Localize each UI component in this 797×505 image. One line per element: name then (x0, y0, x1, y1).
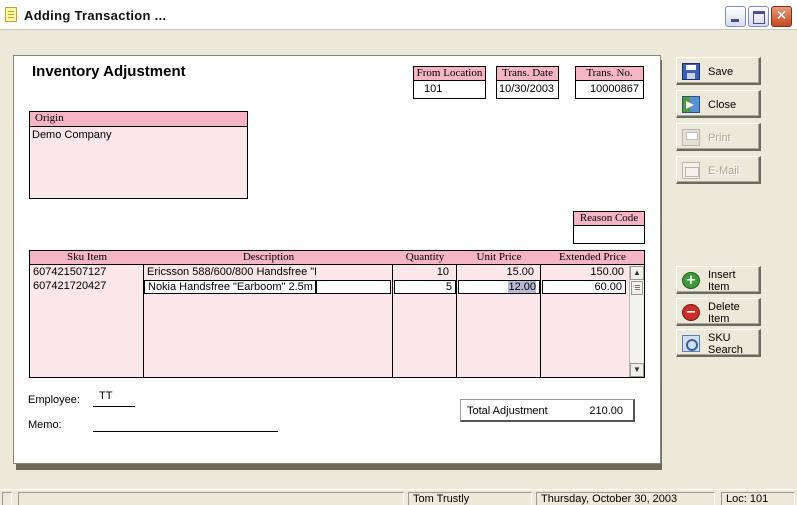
employee-label: Employee: (28, 394, 80, 406)
save-label: Save (708, 66, 734, 78)
insert-label-line1: Insert (708, 269, 736, 281)
memo-label: Memo: (28, 419, 62, 431)
row1-sku[interactable]: 607421507127 (30, 266, 144, 280)
title-bar: Adding Transaction ... ✕ (0, 0, 797, 30)
row1-quantity[interactable]: 10 (393, 266, 452, 280)
print-button[interactable]: Print (676, 123, 761, 151)
plus-glyph: + (685, 273, 697, 288)
from-location-label: From Location (413, 66, 486, 81)
status-bar: Tom Trustly Thursday, October 30, 2003 L… (0, 489, 797, 505)
print-label: Print (708, 132, 731, 144)
insert-icon: + (682, 272, 700, 289)
header-description[interactable]: Description (144, 251, 393, 265)
delete-item-button[interactable]: − Delete Item (676, 298, 761, 326)
row1-extended-price[interactable]: 150.00 (541, 266, 627, 280)
trans-no-label: Trans. No. (575, 66, 644, 81)
status-user: Tom Trustly (408, 492, 532, 505)
grid-scrollbar[interactable]: ▲ ▼ (629, 266, 644, 377)
close-label: Close (708, 99, 737, 111)
row2-unit-price[interactable]: 12.00 (458, 280, 540, 294)
save-button[interactable]: Save (676, 57, 761, 85)
sku-label-line2: Search (708, 344, 743, 356)
scroll-down-button[interactable]: ▼ (630, 363, 644, 377)
print-icon (682, 129, 700, 146)
sku-label-line1: SKU (708, 332, 731, 344)
line-items-grid: Sku Item Description Quantity Unit Price… (29, 250, 645, 378)
memo-input[interactable] (93, 416, 278, 432)
email-button[interactable]: E-Mail (676, 156, 761, 184)
close-window-icon: ✕ (775, 8, 788, 24)
insert-label-line2: Item (708, 281, 730, 293)
header-quantity[interactable]: Quantity (393, 251, 457, 265)
minus-glyph: − (685, 305, 697, 320)
minimize-button[interactable] (725, 6, 746, 27)
reason-code-input[interactable] (573, 226, 645, 244)
row2-sku[interactable]: 607421720427 (30, 280, 144, 294)
employee-input[interactable]: TT (93, 390, 135, 407)
delete-item-label: Delete Item (708, 301, 740, 325)
search-icon (682, 335, 700, 352)
sku-search-button[interactable]: SKU Search (676, 329, 761, 357)
delete-icon: − (682, 304, 700, 321)
delete-label-line1: Delete (708, 301, 740, 313)
email-label: E-Mail (708, 165, 740, 177)
save-icon (682, 63, 700, 80)
status-location: Loc: 101 (721, 492, 795, 505)
row1-unit-price[interactable]: 15.00 (457, 266, 537, 280)
chevron-up-icon: ▲ (633, 268, 641, 277)
trans-date-label: Trans. Date (496, 66, 559, 81)
status-message (18, 492, 404, 505)
row2-description[interactable]: Nokia Handsfree "Earboom" 2.5m (144, 280, 316, 294)
header-extended-price[interactable]: Extended Price (541, 251, 644, 265)
scroll-up-button[interactable]: ▲ (630, 266, 644, 280)
app-icon (5, 7, 17, 22)
from-location-value[interactable]: 101 (413, 81, 486, 99)
row2-quantity[interactable]: 5 (394, 280, 456, 294)
trans-date-field: Trans. Date 10/30/2003 (496, 66, 559, 99)
email-icon (682, 162, 700, 179)
row2-description-extra[interactable] (316, 280, 391, 294)
insert-item-label: Insert Item (708, 269, 736, 293)
insert-item-button[interactable]: + Insert Item (676, 266, 761, 294)
maximize-button[interactable] (748, 6, 769, 27)
row2-extended-price[interactable]: 60.00 (542, 280, 626, 294)
close-button[interactable]: Close (676, 90, 761, 118)
sku-search-label: SKU Search (708, 332, 743, 356)
row1-description[interactable]: Ericsson 588/600/800 Handsfree "E (144, 266, 316, 280)
origin-value[interactable]: Demo Company (30, 127, 247, 143)
close-icon (682, 96, 700, 113)
total-adjustment-value: 210.00 (589, 405, 623, 417)
trans-date-value[interactable]: 10/30/2003 (496, 81, 559, 99)
total-adjustment-label: Total Adjustment (467, 405, 548, 417)
form-panel: Inventory Adjustment From Location 101 T… (13, 55, 661, 464)
window-title: Adding Transaction ... (24, 8, 167, 23)
trans-no-value[interactable]: 10000867 (575, 81, 644, 99)
chevron-down-icon: ▼ (633, 365, 641, 374)
scroll-thumb[interactable] (631, 281, 643, 295)
delete-label-line2: Item (708, 313, 730, 325)
header-unit-price[interactable]: Unit Price (457, 251, 541, 265)
total-adjustment-box: Total Adjustment 210.00 (460, 399, 635, 422)
origin-label: Origin (30, 112, 247, 127)
reason-code-label: Reason Code (573, 211, 645, 226)
row2-unit-price-text: 12.00 (508, 281, 536, 293)
trans-no-field: Trans. No. 10000867 (575, 66, 644, 99)
from-location-field: From Location 101 (413, 66, 486, 99)
reason-code-field: Reason Code (573, 211, 645, 244)
close-window-button[interactable]: ✕ (771, 6, 792, 27)
form-title: Inventory Adjustment (32, 63, 186, 80)
status-date: Thursday, October 30, 2003 (536, 492, 715, 505)
status-grip (2, 492, 12, 505)
origin-field: Origin Demo Company (29, 111, 248, 199)
header-sku[interactable]: Sku Item (30, 251, 144, 265)
